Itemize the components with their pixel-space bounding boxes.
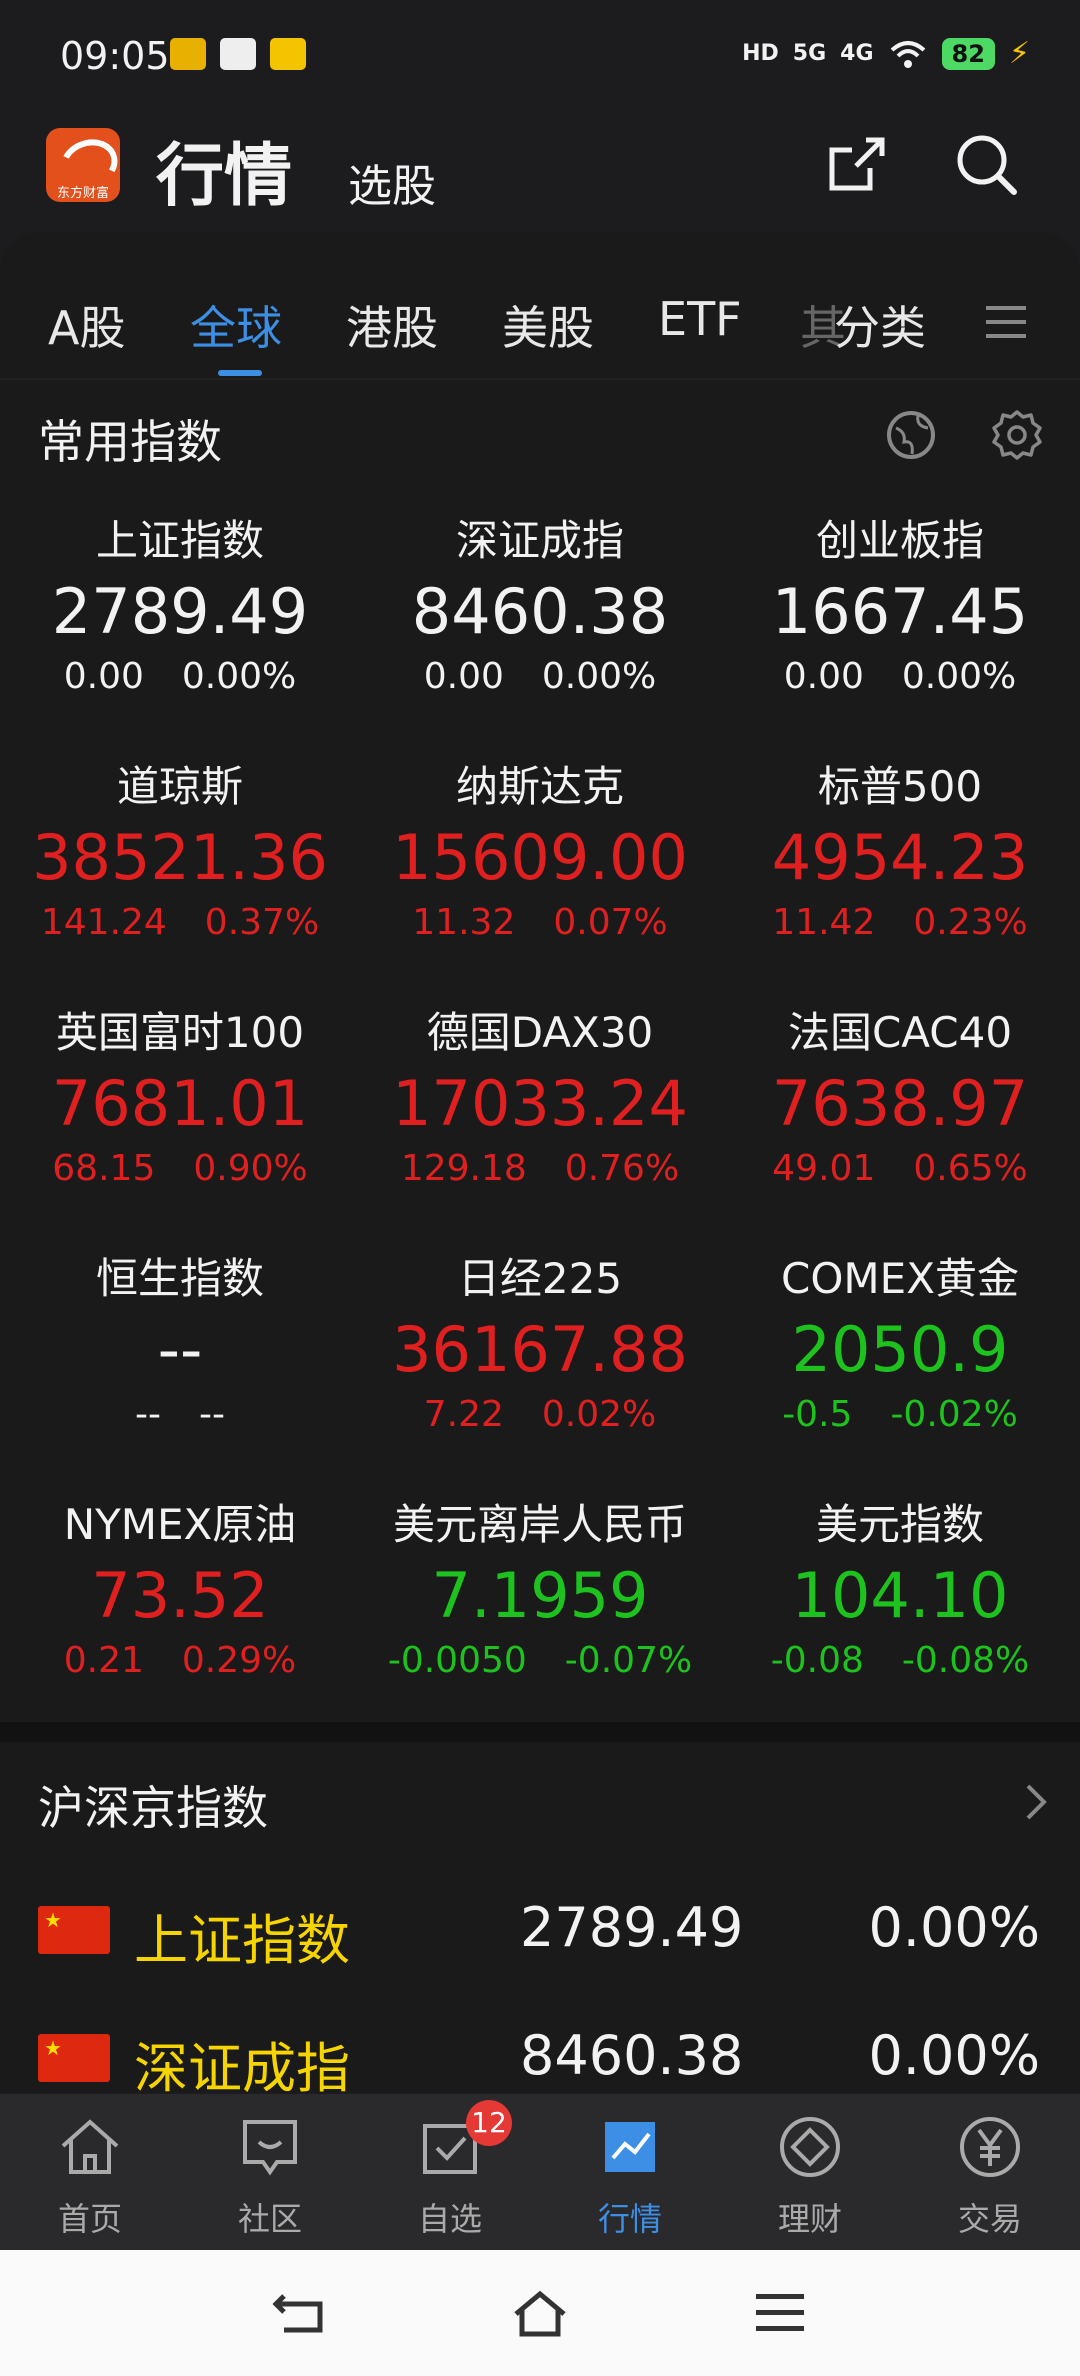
index-cell-ftse100[interactable]: 英国富时100 7681.01 68.15 0.90%: [0, 1002, 360, 1248]
settings-gear-icon[interactable]: [990, 408, 1044, 462]
hd-indicator: HD: [742, 41, 779, 66]
search-icon[interactable]: [950, 128, 1022, 200]
nav-wealth[interactable]: 理财: [720, 2094, 900, 2250]
page-title: 行情: [156, 137, 293, 216]
index-cell-nymex-crude[interactable]: NYMEX原油 73.52 0.21 0.29%: [0, 1494, 360, 1740]
hsj-indices-section: 沪深京指数 ★ 上证指数 2789.49 0.00% ★ 深证成指 8460.3…: [0, 1742, 1080, 2100]
china-flag-icon: ★: [38, 1906, 110, 1954]
system-nav-bar: [0, 2250, 1080, 2376]
index-cell-dow-jones[interactable]: 道琼斯 38521.36 141.24 0.37%: [0, 756, 360, 1002]
status-time: 09:05: [60, 34, 170, 78]
index-cell-chinext[interactable]: 创业板指 1667.45 0.00 0.00%: [720, 510, 1080, 756]
notification-icons: [170, 38, 306, 70]
app-logo: 东方财富: [46, 128, 125, 202]
signal-4g-icon: 4G: [840, 41, 874, 66]
status-right: HD 5G 4G 82 ⚡: [742, 36, 1030, 71]
market-tabs: A股 全球 港股 美股 ETF 其 分类: [0, 232, 1080, 380]
app-header: 东方财富 行情 选股: [0, 110, 1080, 230]
section-divider: [0, 1722, 1080, 1742]
section-title: 常用指数: [38, 415, 222, 469]
index-cell-shanghai[interactable]: 上证指数 2789.49 0.00 0.00%: [0, 510, 360, 756]
share-icon[interactable]: [820, 128, 892, 200]
tab-a-shares[interactable]: A股: [48, 292, 125, 358]
charging-icon: ⚡: [1008, 36, 1030, 71]
home-icon: [61, 2119, 119, 2174]
index-cell-comex-gold[interactable]: COMEX黄金 2050.9 -0.5 -0.02%: [720, 1248, 1080, 1494]
index-cell-shenzhen[interactable]: 深证成指 8460.38 0.00 0.00%: [360, 510, 720, 756]
chevron-right-icon[interactable]: [1024, 1782, 1050, 1822]
back-icon[interactable]: [270, 2286, 330, 2340]
community-icon: [243, 2120, 297, 2176]
recents-menu-icon[interactable]: [750, 2286, 810, 2340]
status-bar: 09:05 HD 5G 4G 82 ⚡: [0, 0, 1080, 110]
signal-5g-icon: 5G: [792, 41, 827, 66]
globe-icon[interactable]: [884, 408, 938, 462]
index-cell-nasdaq[interactable]: 纳斯达克 15609.00 11.32 0.07%: [360, 756, 720, 1002]
index-cell-sp500[interactable]: 标普500 4954.23 11.42 0.23%: [720, 756, 1080, 1002]
index-cell-nikkei225[interactable]: 日经225 36167.88 7.22 0.02%: [360, 1248, 720, 1494]
tab-us-stocks[interactable]: 美股: [502, 292, 594, 358]
tab-hk-stocks[interactable]: 港股: [346, 292, 438, 358]
toutiao-notification-icon: [220, 38, 256, 70]
battery-level: 82: [941, 37, 995, 70]
index-cell-dollar-index[interactable]: 美元指数 104.10 -0.08 -0.08%: [720, 1494, 1080, 1740]
nav-community[interactable]: 社区: [180, 2094, 360, 2250]
tab-etf[interactable]: ETF: [658, 292, 742, 346]
index-cell-usd-cnh[interactable]: 美元离岸人民币 7.1959 -0.0050 -0.07%: [360, 1494, 720, 1740]
china-flag-icon: ★: [38, 2034, 110, 2082]
tab-category[interactable]: 分类: [834, 292, 926, 358]
home-button-icon[interactable]: [510, 2286, 570, 2340]
wealth-icon: [780, 2117, 840, 2177]
index-cell-hang-seng[interactable]: 恒生指数 -- -- --: [0, 1248, 360, 1494]
app-notification-icon: [270, 38, 306, 70]
weibo-notification-icon: [170, 38, 206, 70]
nav-watchlist[interactable]: 12 自选: [360, 2094, 540, 2250]
index-cell-cac40[interactable]: 法国CAC40 7638.97 49.01 0.65%: [720, 1002, 1080, 1248]
index-cell-dax30[interactable]: 德国DAX30 17033.24 129.18 0.76%: [360, 1002, 720, 1248]
nav-market[interactable]: 行情: [540, 2094, 720, 2250]
common-indices-section: 常用指数 上证指数 2789.49 0.00 0.00% 深证成指 8460.38…: [0, 380, 1080, 1720]
active-tab-indicator: [218, 370, 262, 376]
stock-picker-link[interactable]: 选股: [348, 150, 436, 214]
nav-home[interactable]: 首页: [0, 2094, 180, 2250]
hsj-row-shanghai[interactable]: ★ 上证指数 2789.49 0.00%: [0, 1872, 1080, 1992]
tabs-menu-icon[interactable]: [986, 304, 1026, 340]
hsj-section-title[interactable]: 沪深京指数: [38, 1772, 268, 1838]
bottom-nav: 首页 社区 12 自选 行情 理财 交易: [0, 2094, 1080, 2250]
wifi-icon: [890, 40, 925, 68]
market-icon: [605, 2122, 655, 2172]
tab-global[interactable]: 全球: [190, 292, 282, 358]
watchlist-badge: 12: [466, 2100, 512, 2146]
trade-icon: [960, 2117, 1020, 2177]
nav-trade[interactable]: 交易: [900, 2094, 1080, 2250]
